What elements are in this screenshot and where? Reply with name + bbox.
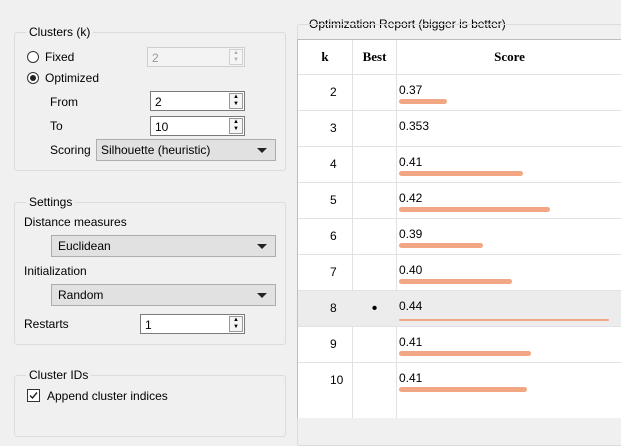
distance-value: Euclidean bbox=[58, 239, 111, 253]
best-cell bbox=[353, 255, 396, 290]
table-row[interactable]: 9 0.41 bbox=[298, 326, 621, 362]
score-cell: 0.353 bbox=[397, 111, 621, 146]
best-cell bbox=[353, 183, 396, 218]
optimization-report-table[interactable]: k Best Score 2 0.37 3 0.353 4 0.41 5 0.42 6 0.39 7… bbox=[297, 39, 621, 418]
best-cell bbox=[353, 147, 396, 182]
to-label: To bbox=[50, 119, 63, 133]
score-cell: 0.40 bbox=[397, 255, 621, 290]
from-value: 2 bbox=[155, 95, 162, 109]
initialization-dropdown-icon bbox=[257, 293, 267, 298]
score-bar bbox=[399, 319, 609, 321]
score-bar bbox=[399, 243, 483, 248]
fixed-k-spinbox: 2 ▲ ▼ bbox=[147, 47, 245, 67]
fixed-k-spin-arrows-icon: ▲ ▼ bbox=[229, 49, 243, 65]
distance-select[interactable]: Euclidean bbox=[51, 235, 276, 257]
optimized-radio[interactable] bbox=[27, 72, 39, 84]
distance-dropdown-icon bbox=[257, 244, 267, 249]
table-row[interactable]: 2 0.37 bbox=[298, 74, 621, 110]
from-label: From bbox=[50, 95, 78, 109]
initialization-value: Random bbox=[58, 288, 104, 302]
score-value: 0.41 bbox=[399, 371, 423, 385]
best-cell bbox=[353, 75, 396, 110]
to-value: 10 bbox=[155, 120, 169, 134]
score-cell: 0.41 bbox=[397, 327, 621, 362]
score-value: 0.39 bbox=[399, 227, 423, 241]
restarts-spin-arrows-icon[interactable]: ▲ ▼ bbox=[229, 316, 243, 332]
distance-label: Distance measures bbox=[24, 215, 127, 229]
append-cluster-indices-label[interactable]: Append cluster indices bbox=[47, 389, 168, 403]
cluster-ids-group-title: Cluster IDs bbox=[26, 368, 92, 382]
k-cell: 4 bbox=[330, 157, 337, 171]
restarts-label: Restarts bbox=[24, 317, 69, 331]
clusters-group-title: Clusters (k) bbox=[26, 25, 94, 39]
from-spin-arrows-icon[interactable]: ▲ ▼ bbox=[229, 93, 243, 109]
table-row[interactable]: 4 0.41 bbox=[298, 146, 621, 182]
score-value: 0.42 bbox=[399, 191, 423, 205]
score-value: 0.41 bbox=[399, 155, 423, 169]
score-cell: 0.37 bbox=[397, 75, 621, 110]
fixed-k-value: 2 bbox=[152, 51, 159, 65]
append-cluster-indices-checkbox[interactable] bbox=[27, 389, 40, 402]
fixed-label[interactable]: Fixed bbox=[45, 50, 74, 64]
score-value: 0.37 bbox=[399, 83, 423, 97]
table-header: k Best Score bbox=[298, 40, 621, 74]
to-spin-arrows-icon[interactable]: ▲ ▼ bbox=[229, 118, 243, 134]
score-bar bbox=[399, 387, 527, 392]
header-best[interactable]: Best bbox=[353, 40, 396, 74]
scoring-select[interactable]: Silhouette (heuristic) bbox=[96, 139, 276, 161]
score-bar bbox=[399, 171, 523, 176]
initialization-select[interactable]: Random bbox=[51, 284, 276, 306]
score-value: 0.44 bbox=[399, 299, 423, 313]
table-row[interactable]: 10 0.41 bbox=[298, 362, 621, 398]
score-bar bbox=[399, 99, 447, 104]
to-spinbox[interactable]: 10 ▲ ▼ bbox=[150, 116, 245, 136]
best-cell bbox=[353, 111, 396, 146]
score-bar bbox=[399, 279, 512, 284]
score-value: 0.40 bbox=[399, 263, 423, 277]
table-row[interactable]: 3 0.353 bbox=[298, 110, 621, 146]
score-cell: 0.44 bbox=[397, 291, 621, 326]
scoring-label: Scoring bbox=[50, 143, 91, 157]
k-cell: 6 bbox=[330, 229, 337, 243]
best-cell bbox=[353, 363, 396, 398]
k-cell: 2 bbox=[330, 85, 337, 99]
score-cell: 0.41 bbox=[397, 363, 621, 398]
restarts-value: 1 bbox=[145, 318, 152, 332]
initialization-label: Initialization bbox=[24, 264, 87, 278]
k-cell: 5 bbox=[330, 193, 337, 207]
best-cell: • bbox=[371, 300, 378, 317]
table-row[interactable]: 6 0.39 bbox=[298, 218, 621, 254]
scoring-value: Silhouette (heuristic) bbox=[101, 143, 211, 157]
k-cell: 9 bbox=[330, 337, 337, 351]
best-cell bbox=[353, 219, 396, 254]
optimized-label[interactable]: Optimized bbox=[45, 71, 99, 85]
k-cell: 10 bbox=[330, 373, 344, 387]
k-cell: 3 bbox=[330, 121, 337, 135]
k-cell: 8 bbox=[330, 301, 337, 315]
score-bar bbox=[399, 207, 550, 212]
table-row[interactable]: 7 0.40 bbox=[298, 254, 621, 290]
table-row[interactable]: 8 • 0.44 bbox=[298, 290, 621, 326]
score-cell: 0.42 bbox=[397, 183, 621, 218]
score-value: 0.353 bbox=[399, 119, 430, 133]
table-row[interactable]: 5 0.42 bbox=[298, 182, 621, 218]
score-bar bbox=[399, 351, 531, 356]
k-cell: 7 bbox=[330, 265, 337, 279]
header-score[interactable]: Score bbox=[397, 40, 621, 74]
cluster-ids-group bbox=[14, 375, 286, 437]
checkmark-icon bbox=[29, 392, 38, 400]
scoring-dropdown-icon bbox=[257, 148, 267, 153]
score-cell: 0.39 bbox=[397, 219, 621, 254]
settings-group-title: Settings bbox=[26, 195, 76, 209]
fixed-radio[interactable] bbox=[27, 51, 39, 63]
from-spinbox[interactable]: 2 ▲ ▼ bbox=[150, 91, 245, 111]
best-cell bbox=[353, 327, 396, 362]
restarts-spinbox[interactable]: 1 ▲ ▼ bbox=[140, 314, 245, 334]
score-value: 0.41 bbox=[399, 335, 423, 349]
header-k[interactable]: k bbox=[298, 40, 352, 74]
score-cell: 0.41 bbox=[397, 147, 621, 182]
